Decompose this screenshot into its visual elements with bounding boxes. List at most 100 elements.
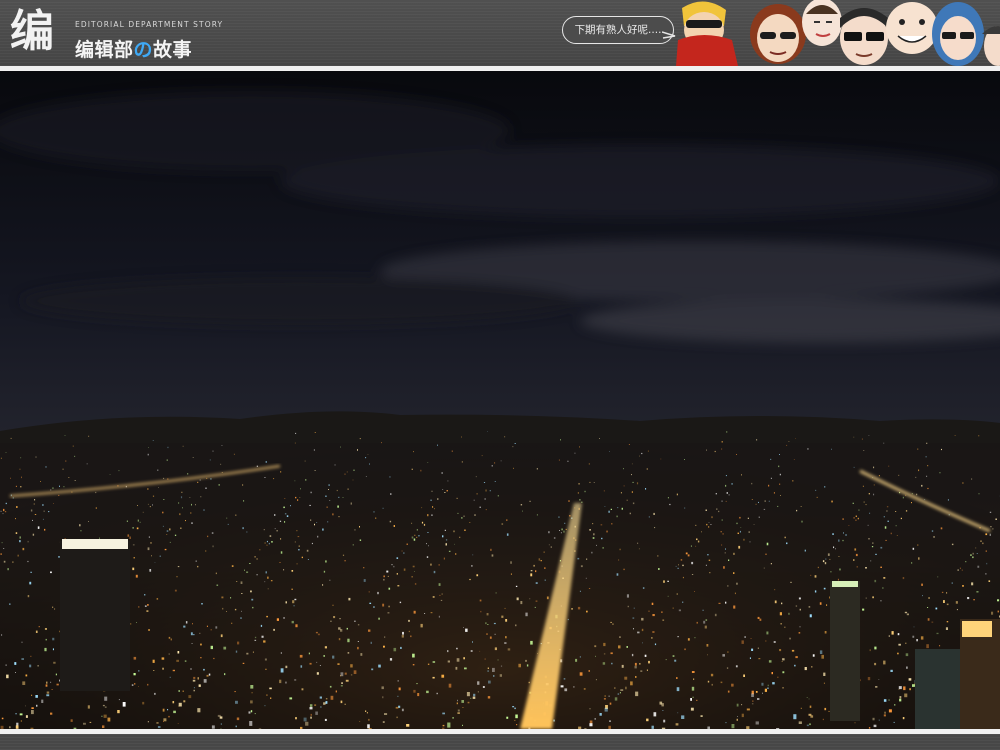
light-dot — [462, 724, 463, 726]
light-dot — [976, 591, 979, 593]
light-dot — [270, 697, 272, 699]
light-dot — [470, 650, 473, 652]
light-dot — [654, 643, 657, 646]
light-dot — [741, 713, 744, 718]
light-dot — [560, 439, 561, 441]
light-dot — [839, 568, 841, 571]
light-dot — [792, 480, 794, 482]
light-dot — [731, 683, 734, 687]
light-dot — [985, 550, 987, 552]
light-dot — [461, 700, 464, 703]
light-dot — [7, 568, 9, 571]
light-dot — [359, 721, 361, 722]
light-dot — [723, 566, 725, 569]
light-dot — [918, 469, 920, 472]
light-dot — [218, 484, 220, 486]
light-dot — [489, 490, 491, 492]
light-dot — [147, 721, 149, 723]
light-dot — [678, 564, 679, 566]
light-dot — [639, 663, 641, 665]
light-dot — [663, 719, 666, 723]
light-dot — [197, 677, 199, 680]
light-dot — [2, 513, 4, 515]
light-dot — [940, 527, 943, 530]
light-dot — [168, 715, 170, 718]
light-dot — [15, 672, 16, 673]
light-dot — [641, 628, 644, 632]
light-dot — [888, 635, 890, 637]
light-dot — [133, 656, 137, 660]
light-dot — [383, 645, 385, 648]
light-dot — [58, 494, 60, 496]
light-dot — [831, 500, 833, 503]
site-logo[interactable]: 编 EDITORIAL DEPARTMENT STORY 编辑部の故事 — [10, 6, 222, 61]
light-dot — [525, 612, 528, 617]
light-dot — [117, 710, 120, 714]
light-dot — [684, 459, 685, 460]
light-dot — [182, 690, 184, 692]
light-dot — [736, 703, 739, 707]
light-dot — [878, 719, 880, 721]
light-dot — [103, 714, 107, 718]
light-dot — [213, 657, 215, 660]
light-dot — [122, 702, 126, 707]
light-dot — [522, 510, 523, 512]
light-dot — [235, 514, 237, 516]
light-dot — [933, 536, 935, 538]
light-dot — [614, 687, 616, 689]
light-dot — [413, 451, 414, 453]
light-dot — [42, 504, 44, 506]
light-dot — [728, 494, 730, 496]
light-dot — [104, 706, 107, 708]
light-dot — [178, 705, 180, 707]
light-dot — [388, 587, 391, 590]
light-dot — [533, 564, 535, 567]
light-dot — [382, 603, 385, 607]
light-dot — [577, 492, 579, 494]
light-dot — [384, 713, 388, 715]
light-dot — [132, 567, 135, 571]
character-pale-icon — [802, 0, 842, 46]
light-dot — [324, 646, 327, 649]
light-dot — [487, 667, 489, 669]
light-dot — [912, 547, 915, 550]
light-dot — [886, 510, 888, 512]
light-dot — [736, 454, 737, 455]
light-dot — [74, 480, 76, 481]
light-dot — [455, 666, 458, 670]
light-dot — [328, 484, 330, 486]
light-dot — [895, 511, 897, 512]
light-dot — [465, 628, 468, 632]
light-dot — [138, 670, 140, 672]
light-dot — [697, 540, 700, 543]
light-dot — [962, 585, 964, 587]
light-dot — [109, 474, 111, 475]
light-dot — [440, 599, 443, 601]
light-dot — [757, 698, 760, 700]
light-dot — [20, 457, 22, 459]
light-dot — [977, 565, 980, 568]
light-dot — [283, 617, 285, 619]
light-dot — [752, 700, 754, 702]
light-dot — [133, 557, 135, 559]
light-dot — [309, 704, 313, 707]
light-dot — [3, 548, 5, 549]
light-dot — [129, 536, 131, 539]
light-dot — [283, 569, 285, 571]
light-dot — [294, 480, 296, 482]
light-dot — [344, 703, 346, 705]
light-dot — [19, 468, 21, 470]
light-dot — [608, 695, 610, 697]
light-dot — [474, 514, 476, 516]
light-dot — [808, 698, 810, 700]
light-dot — [136, 527, 139, 530]
light-dot — [311, 542, 313, 545]
light-dot — [687, 638, 690, 641]
light-dot — [340, 685, 343, 687]
light-dot — [373, 606, 375, 608]
light-dot — [665, 659, 667, 661]
light-dot — [347, 488, 349, 490]
light-dot — [441, 593, 443, 595]
light-dot — [726, 667, 729, 669]
light-dot — [182, 507, 183, 509]
